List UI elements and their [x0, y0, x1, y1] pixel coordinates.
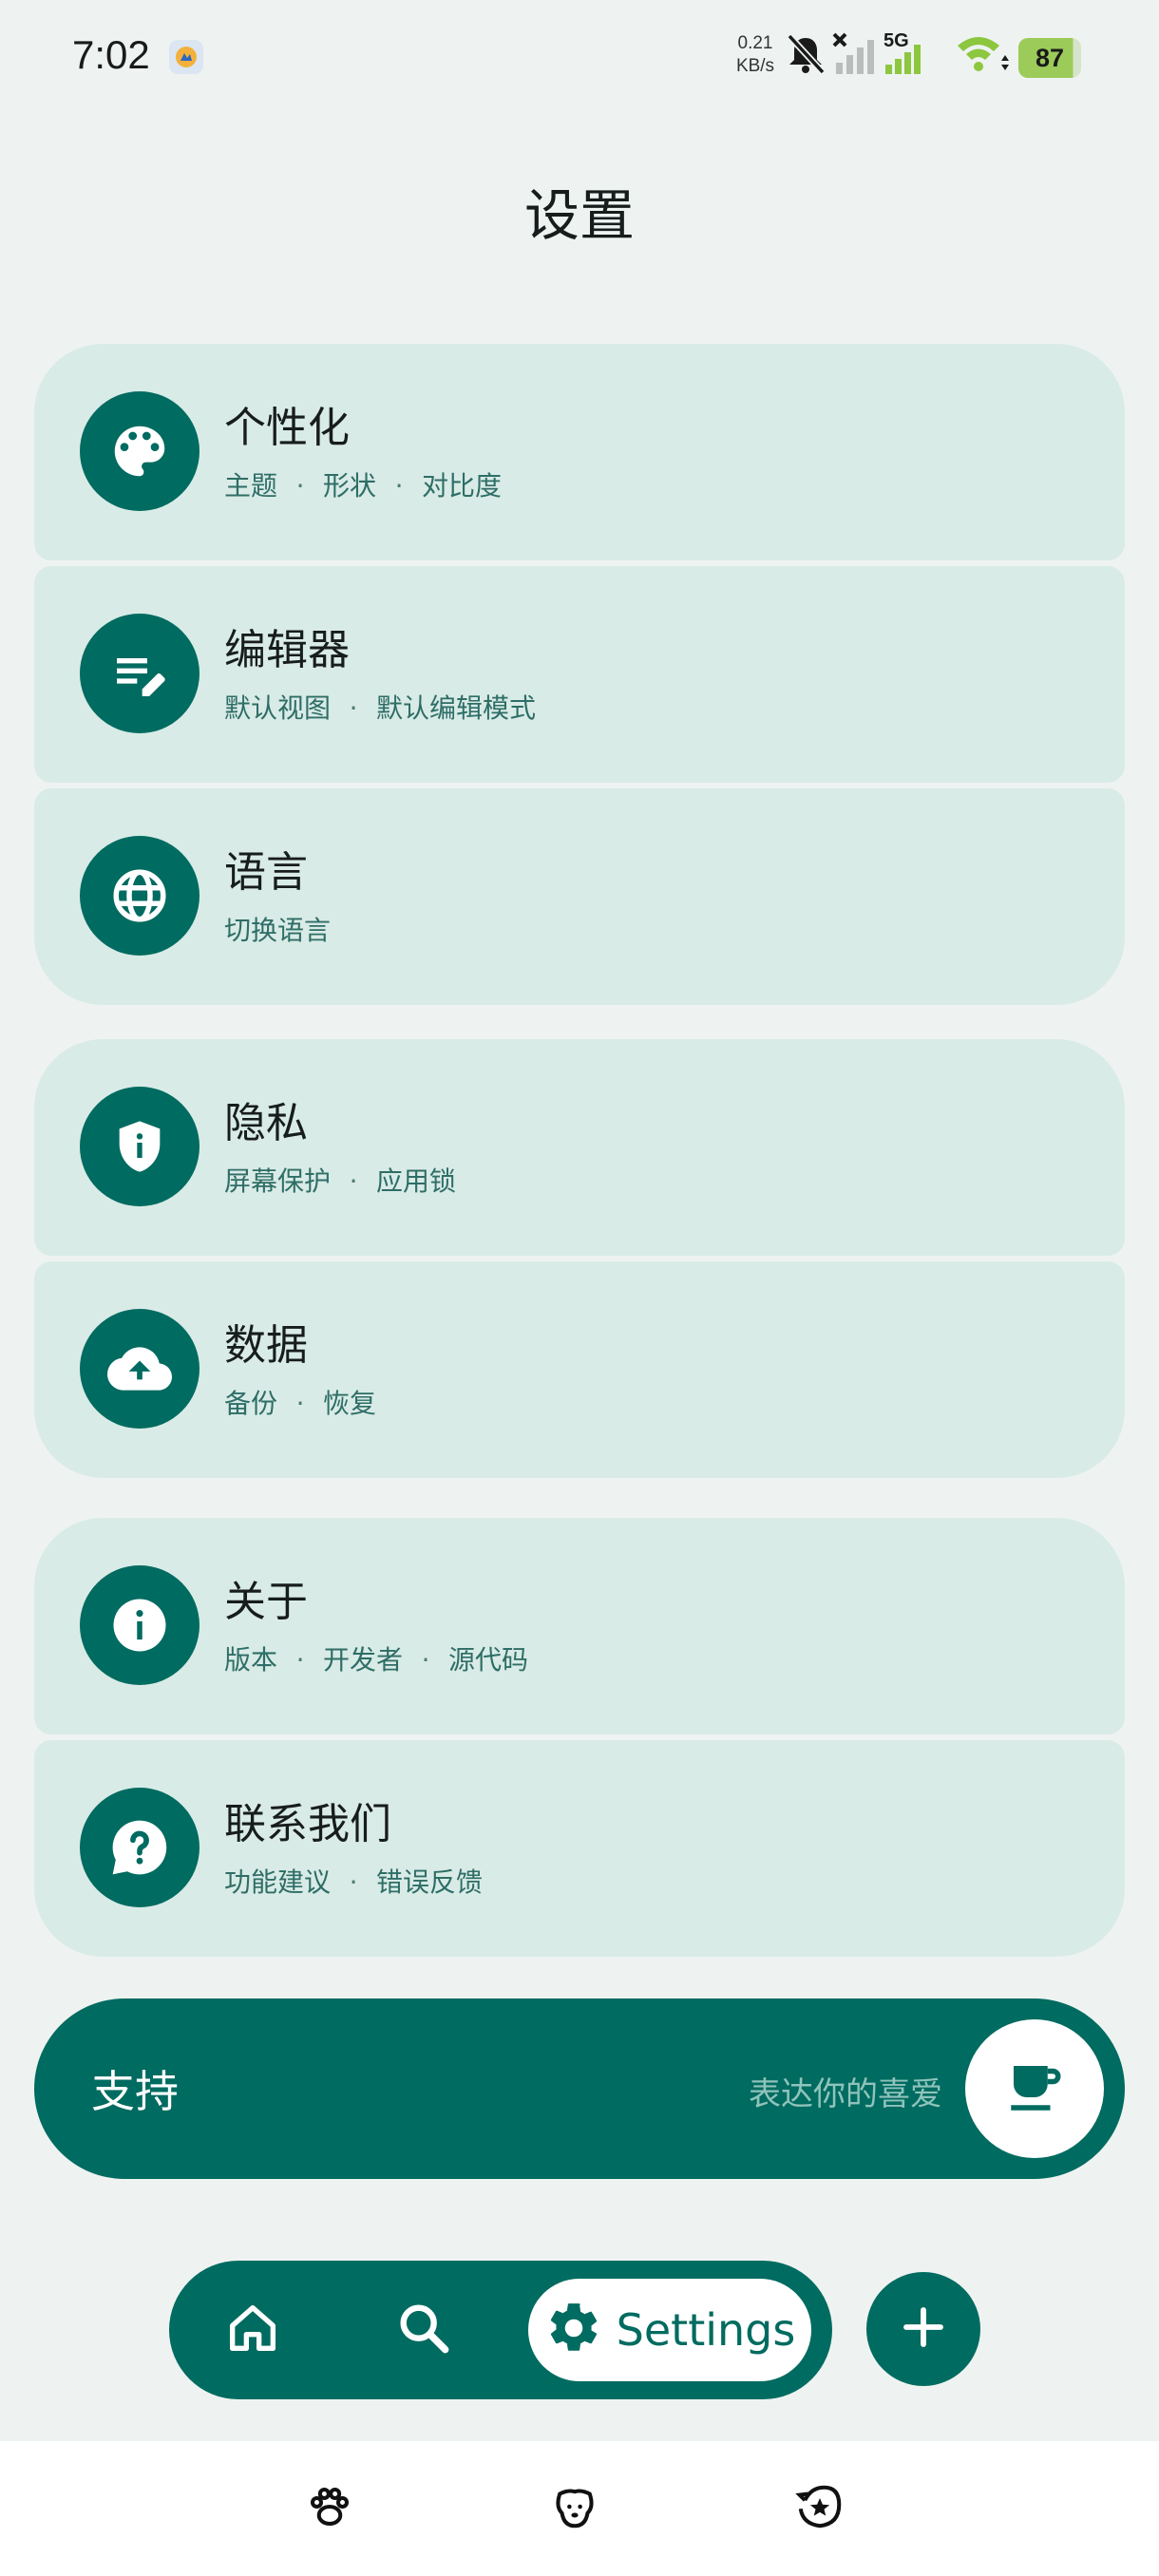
item-title: 个性化: [224, 404, 350, 452]
add-button[interactable]: [866, 2272, 980, 2386]
shield-info-icon: [80, 1087, 200, 1206]
search-icon: [393, 2298, 454, 2362]
gear-icon: [544, 2299, 603, 2361]
settings-item-data[interactable]: 数据 备份 · 恢复: [34, 1261, 1125, 1478]
settings-item-contact[interactable]: 联系我们 功能建议 · 错误反馈: [34, 1740, 1125, 1957]
edit-note-icon: [80, 614, 200, 733]
nav-settings[interactable]: Settings: [528, 2279, 811, 2381]
help-bubble-icon: [80, 1788, 200, 1907]
settings-item-about[interactable]: 关于 版本 · 开发者 · 源代码: [34, 1518, 1125, 1734]
item-subtitle: 切换语言: [224, 915, 332, 946]
item-subtitle: 默认视图 · 默认编辑模式: [224, 692, 537, 724]
bottom-nav: Settings: [169, 2261, 832, 2399]
item-title: 关于: [224, 1578, 308, 1626]
net-speed: 0.21 KB/s: [735, 33, 775, 76]
item-title: 语言: [224, 848, 308, 897]
item-title: 联系我们: [224, 1800, 391, 1848]
5g-signal-icon: 5G: [882, 30, 925, 80]
item-subtitle: 功能建议 · 错误反馈: [224, 1866, 484, 1898]
item-subtitle: 版本 · 开发者 · 源代码: [224, 1644, 529, 1676]
nav-home[interactable]: [196, 2261, 310, 2399]
item-subtitle: 屏幕保护 · 应用锁: [224, 1165, 457, 1197]
item-title: 隐私: [224, 1099, 308, 1147]
item-subtitle: 备份 · 恢复: [224, 1388, 377, 1419]
no-signal-icon: [832, 32, 878, 80]
paw-icon[interactable]: [304, 2481, 355, 2532]
coffee-cup-icon: [1003, 2055, 1066, 2122]
item-title: 编辑器: [224, 626, 350, 674]
support-button[interactable]: [965, 2019, 1104, 2158]
support-hint: 表达你的喜爱: [749, 2075, 942, 2113]
system-nav-bar: [0, 2441, 1159, 2576]
dog-face-icon[interactable]: [549, 2481, 600, 2532]
palette-icon: [80, 391, 200, 511]
home-icon: [222, 2298, 283, 2362]
plus-icon: [898, 2301, 949, 2357]
app-notification-icon: [169, 40, 203, 74]
star-back-icon[interactable]: [794, 2481, 846, 2532]
nav-settings-label: Settings: [616, 2304, 796, 2356]
page-title: 设置: [523, 183, 635, 248]
globe-icon: [80, 836, 200, 956]
battery-icon: 87: [1018, 38, 1081, 78]
settings-item-language[interactable]: 语言 切换语言: [34, 788, 1125, 1005]
support-banner[interactable]: 支持 表达你的喜爱: [34, 1998, 1125, 2179]
nav-search[interactable]: [367, 2261, 481, 2399]
bell-off-icon: [785, 32, 826, 80]
settings-item-personalization[interactable]: 个性化 主题 · 形状 · 对比度: [34, 344, 1125, 560]
settings-item-privacy[interactable]: 隐私 屏幕保护 · 应用锁: [34, 1039, 1125, 1256]
item-title: 数据: [224, 1321, 308, 1370]
status-bar: 7:02 0.21 KB/s 5G 87: [0, 0, 1159, 114]
info-icon: [80, 1565, 200, 1685]
item-subtitle: 主题 · 形状 · 对比度: [224, 470, 503, 502]
settings-item-editor[interactable]: 编辑器 默认视图 · 默认编辑模式: [34, 566, 1125, 783]
wifi-icon: [954, 32, 1011, 80]
status-time: 7:02: [72, 32, 150, 77]
support-label: 支持: [91, 2066, 179, 2117]
cloud-upload-icon: [80, 1309, 200, 1429]
